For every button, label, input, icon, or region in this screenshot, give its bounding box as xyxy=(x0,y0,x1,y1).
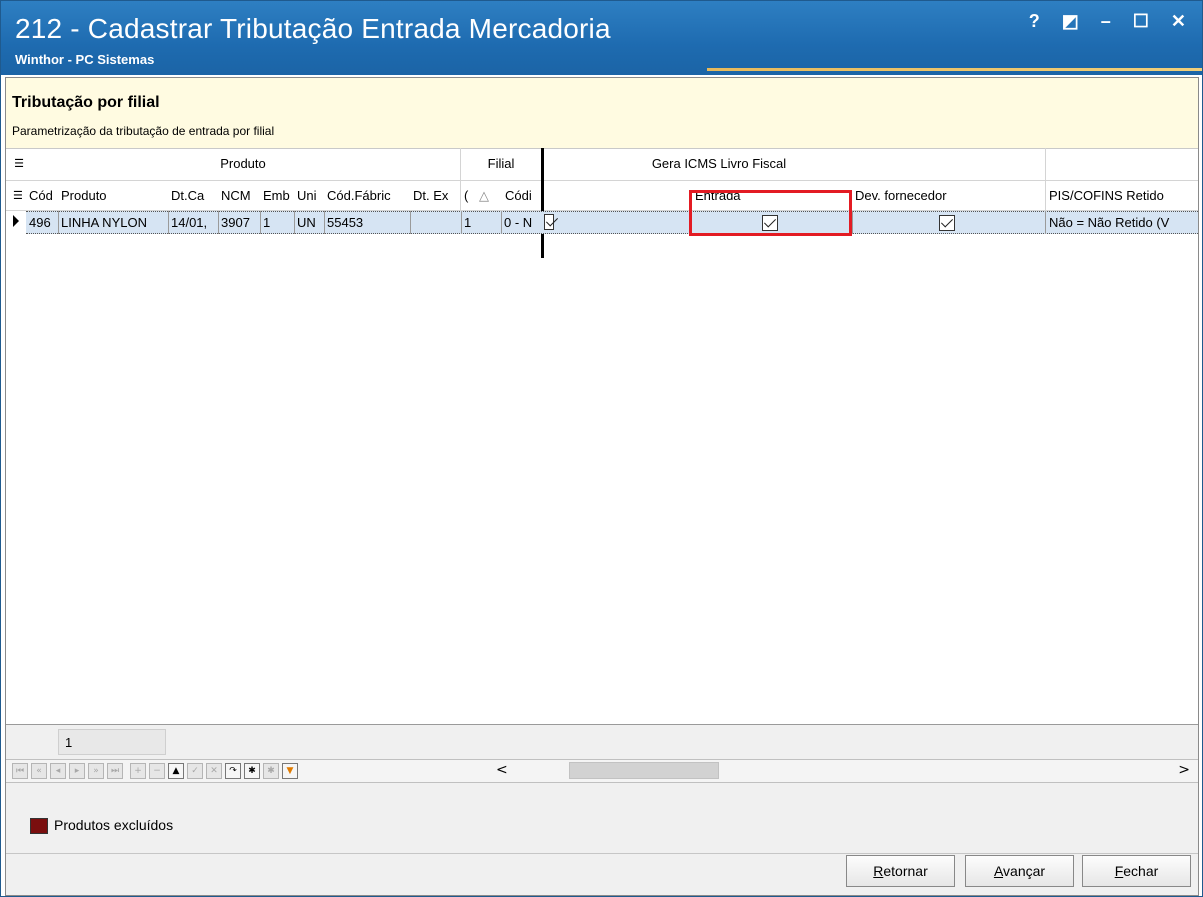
retornar-button[interactable]: Retornar xyxy=(846,855,955,887)
cell-cod[interactable]: 496 xyxy=(26,211,58,234)
col-header-cod-fabrica[interactable]: Cód.Fábric xyxy=(324,181,410,211)
scroll-left-arrow-icon[interactable]: < xyxy=(496,762,508,778)
row-separator xyxy=(324,211,325,234)
col-header-cod[interactable]: Cód xyxy=(26,181,56,211)
next-page-icon[interactable]: » xyxy=(88,763,104,779)
close-icon[interactable]: ✕ xyxy=(1171,11,1186,32)
band-produto: Produto xyxy=(220,156,266,171)
col-header-dev-fornecedor[interactable]: Dev. fornecedor xyxy=(852,181,1042,211)
fechar-mnemonic: F xyxy=(1114,863,1124,879)
minimize-icon[interactable]: – xyxy=(1101,11,1111,32)
cell-dt-ex[interactable] xyxy=(410,211,462,234)
cancel-icon[interactable]: ✕ xyxy=(206,763,222,779)
main-content: Tributação por filial Parametrização da … xyxy=(5,77,1199,896)
avancar-label: vançar xyxy=(1003,863,1046,879)
scroll-right-arrow-icon[interactable]: > xyxy=(1178,762,1190,778)
next-icon[interactable]: ▸ xyxy=(69,763,85,779)
col-header-c[interactable]: ( xyxy=(461,181,475,211)
row-separator xyxy=(58,211,59,234)
window-subtitle: Winthor - PC Sistemas xyxy=(15,52,155,67)
row-separator xyxy=(410,211,411,234)
footer-divider xyxy=(6,853,1198,854)
col-header-ncm[interactable]: NCM xyxy=(218,181,260,211)
cell-dtcad[interactable]: 14/01, xyxy=(168,211,218,234)
legend-color-swatch xyxy=(30,818,48,835)
window-controls: ? ◩ – ☐ ✕ xyxy=(1029,11,1186,32)
title-bar[interactable]: 212 - Cadastrar Tributação Entrada Merca… xyxy=(1,1,1202,75)
window-title: 212 - Cadastrar Tributação Entrada Merca… xyxy=(15,13,611,44)
col-header-uni[interactable]: Uni xyxy=(294,181,324,211)
horizontal-scrollbar-thumb[interactable] xyxy=(569,762,719,779)
refresh-icon[interactable]: ↷ xyxy=(225,763,241,779)
retornar-mnemonic: R xyxy=(873,863,884,879)
record-count: 1 xyxy=(58,729,166,755)
col-header-dt-ex[interactable]: Dt. Ex xyxy=(410,181,462,211)
cell-ncm[interactable]: 3907 xyxy=(218,211,260,234)
col-header-produto[interactable]: Produto xyxy=(58,181,168,211)
dev-fornecedor-checkbox[interactable] xyxy=(939,215,955,231)
row-indicator-icon xyxy=(13,215,19,227)
entrada-highlight-box xyxy=(689,190,852,236)
cell-codi[interactable]: 0 - N xyxy=(501,211,541,234)
first-icon[interactable]: ⏮ xyxy=(12,763,28,779)
fechar-label: echar xyxy=(1123,863,1159,879)
page-title: Tributação por filial xyxy=(12,94,160,111)
row-separator xyxy=(1045,211,1046,234)
tributacao-grid[interactable]: ☰ Produto Filial Gera ICMS Livro Fiscal … xyxy=(6,148,1198,725)
navigator-bar: ⏮ « ◂ ▸ » ⏭ + − ▲ ✓ ✕ ↷ ✱ ✱ ▼ < > xyxy=(6,759,1198,783)
prev-page-icon[interactable]: « xyxy=(31,763,47,779)
col-header-dtcad[interactable]: Dt.Ca xyxy=(168,181,216,211)
row-separator xyxy=(218,211,219,234)
row-separator xyxy=(260,211,261,234)
row-separator xyxy=(501,211,502,234)
row-separator xyxy=(168,211,169,234)
cell-produto[interactable]: LINHA NYLON xyxy=(58,211,168,234)
page-description: Parametrização da tributação de entrada … xyxy=(12,124,275,138)
column-chooser-icon[interactable]: ☰ xyxy=(10,181,26,211)
col-header-codi[interactable]: Códi xyxy=(502,181,542,211)
legend-label: Produtos excluídos xyxy=(54,817,174,833)
insert-icon[interactable]: + xyxy=(130,763,146,779)
row-separator xyxy=(461,211,462,234)
maximize-icon[interactable]: ☐ xyxy=(1133,11,1149,32)
last-icon[interactable]: ⏭ xyxy=(107,763,123,779)
avancar-button[interactable]: Avançar xyxy=(965,855,1074,887)
delete-icon[interactable]: − xyxy=(149,763,165,779)
col-header-emb[interactable]: Emb xyxy=(260,181,294,211)
title-accent-line xyxy=(707,68,1202,71)
cell-filial[interactable]: 1 xyxy=(461,211,501,234)
prev-icon[interactable]: ◂ xyxy=(50,763,66,779)
asterisk-icon[interactable]: ✱ xyxy=(244,763,260,779)
row-separator xyxy=(852,211,853,234)
edit-icon[interactable]: ▲ xyxy=(168,763,184,779)
filter-clear-icon[interactable]: ✱ xyxy=(263,763,279,779)
cell-cod-fabrica[interactable]: 55453 xyxy=(324,211,410,234)
cell-pis-cofins[interactable]: Não = Não Retido (V xyxy=(1046,211,1198,234)
band-filial: Filial xyxy=(487,156,515,171)
filter-icon[interactable]: ▼ xyxy=(282,763,298,779)
retornar-label: etornar xyxy=(883,863,928,879)
grid-footer: 1 ⏮ « ◂ ▸ » ⏭ + − ▲ ✓ ✕ ↷ ✱ ✱ ▼ < > Prod… xyxy=(6,725,1198,895)
avancar-mnemonic: A xyxy=(993,863,1004,879)
col-header-pis-cofins[interactable]: PIS/COFINS Retido xyxy=(1046,181,1198,211)
gera-icms-checkbox[interactable] xyxy=(544,214,554,230)
post-icon[interactable]: ✓ xyxy=(187,763,203,779)
help-icon[interactable]: ? xyxy=(1029,11,1040,32)
info-banner: Tributação por filial Parametrização da … xyxy=(6,78,1198,149)
restore-icon[interactable]: ◩ xyxy=(1062,11,1079,32)
sort-ascending-icon[interactable]: △ xyxy=(476,181,498,211)
row-separator xyxy=(294,211,295,234)
fechar-button[interactable]: Fechar xyxy=(1082,855,1191,887)
cell-emb[interactable]: 1 xyxy=(260,211,294,234)
band-selector-icon[interactable]: ☰ xyxy=(12,148,26,180)
legend: Produtos excluídos xyxy=(30,817,174,835)
band-gera-icms: Gera ICMS Livro Fiscal xyxy=(651,156,787,171)
cell-uni[interactable]: UN xyxy=(294,211,324,234)
app-window: 212 - Cadastrar Tributação Entrada Merca… xyxy=(0,0,1203,897)
